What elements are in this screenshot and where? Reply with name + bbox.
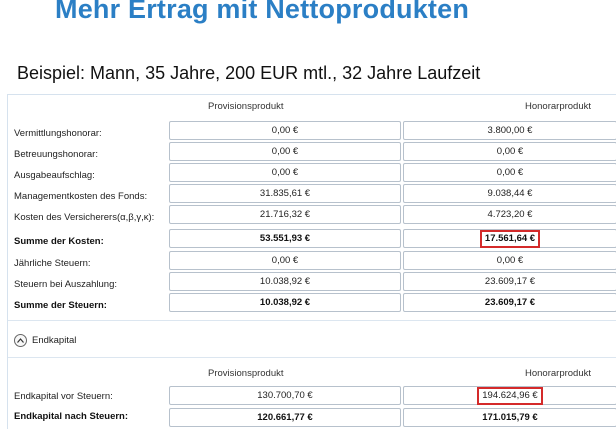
- cell-honorar-steuern-auszahlung: 23.609,17 €: [403, 272, 616, 291]
- row-label-endkapital-nach-steuern: Endkapital nach Steuern:: [14, 411, 129, 422]
- cell-honorar-endkapital-nach-steuern: 171.015,79 €: [403, 408, 616, 427]
- column-header-provision: Provisionsprodukt: [208, 101, 284, 112]
- cell-provision-summe-kosten: 53.551,93 €: [169, 229, 401, 248]
- row-label-endkapital-vor-steuern: Endkapital vor Steuern:: [14, 391, 113, 402]
- highlight-box: 194.624,96 €: [477, 386, 543, 405]
- row-label-betreuungshonorar: Betreuungshonorar:: [14, 149, 98, 160]
- cell-provision-managementkosten: 31.835,61 €: [169, 184, 401, 203]
- column-header-honorar-endkapital: Honorarprodukt: [525, 368, 592, 379]
- cell-honorar-vermittlungshonorar: 3.800,00 €: [403, 121, 616, 140]
- endkapital-toggle-label: Endkapital: [32, 335, 77, 346]
- cell-provision-endkapital-nach-steuern: 120.661,77 €: [169, 408, 401, 427]
- row-label-steuern-auszahlung: Steuern bei Auszahlung:: [14, 279, 117, 290]
- section-divider: [8, 320, 616, 321]
- cell-provision-betreuungshonorar: 0,00 €: [169, 142, 401, 161]
- cell-provision-endkapital-vor-steuern: 130.700,70 €: [169, 386, 401, 405]
- chevron-up-icon[interactable]: [14, 334, 27, 347]
- column-header-provision-endkapital: Provisionsprodukt: [208, 368, 284, 379]
- row-label-kosten-versicherer: Kosten des Versicherers(α,β,γ,κ):: [14, 212, 155, 223]
- cell-honorar-kosten-versicherer: 4.723,20 €: [403, 205, 616, 224]
- cell-honorar-jaehrliche-steuern: 0,00 €: [403, 251, 616, 270]
- cell-provision-jaehrliche-steuern: 0,00 €: [169, 251, 401, 270]
- cell-honorar-managementkosten: 9.038,44 €: [403, 184, 616, 203]
- cell-honorar-betreuungshonorar: 0,00 €: [403, 142, 616, 161]
- row-label-managementkosten: Managementkosten des Fonds:: [14, 191, 148, 202]
- row-label-summe-kosten: Summe der Kosten:: [14, 236, 104, 247]
- section-divider: [8, 357, 616, 358]
- page-subtitle: Beispiel: Mann, 35 Jahre, 200 EUR mtl., …: [17, 63, 481, 83]
- cell-provision-kosten-versicherer: 21.716,32 €: [169, 205, 401, 224]
- cell-honorar-summe-steuern: 23.609,17 €: [403, 293, 616, 312]
- row-label-summe-steuern: Summe der Steuern:: [14, 300, 107, 311]
- cell-provision-summe-steuern: 10.038,92 €: [169, 293, 401, 312]
- cell-provision-steuern-auszahlung: 10.038,92 €: [169, 272, 401, 291]
- row-label-jaehrliche-steuern: Jährliche Steuern:: [14, 258, 91, 269]
- cell-honorar-endkapital-vor-steuern: 194.624,96 €: [403, 386, 616, 405]
- row-label-vermittlungshonorar: Vermittlungshonorar:: [14, 128, 102, 139]
- column-header-honorar: Honorarprodukt: [525, 101, 592, 112]
- cell-honorar-ausgabeaufschlag: 0,00 €: [403, 163, 616, 182]
- page-title: Mehr Ertrag mit Nettoprodukten: [55, 0, 470, 24]
- row-label-ausgabeaufschlag: Ausgabeaufschlag:: [14, 170, 95, 181]
- comparison-panel: Provisionsprodukt Honorarprodukt Vermitt…: [7, 94, 616, 429]
- endkapital-toggle[interactable]: Endkapital: [14, 334, 76, 347]
- cell-provision-ausgabeaufschlag: 0,00 €: [169, 163, 401, 182]
- cell-provision-vermittlungshonorar: 0,00 €: [169, 121, 401, 140]
- highlight-box: 17.561,64 €: [479, 229, 541, 248]
- cell-honorar-summe-kosten: 17.561,64 €: [403, 229, 616, 248]
